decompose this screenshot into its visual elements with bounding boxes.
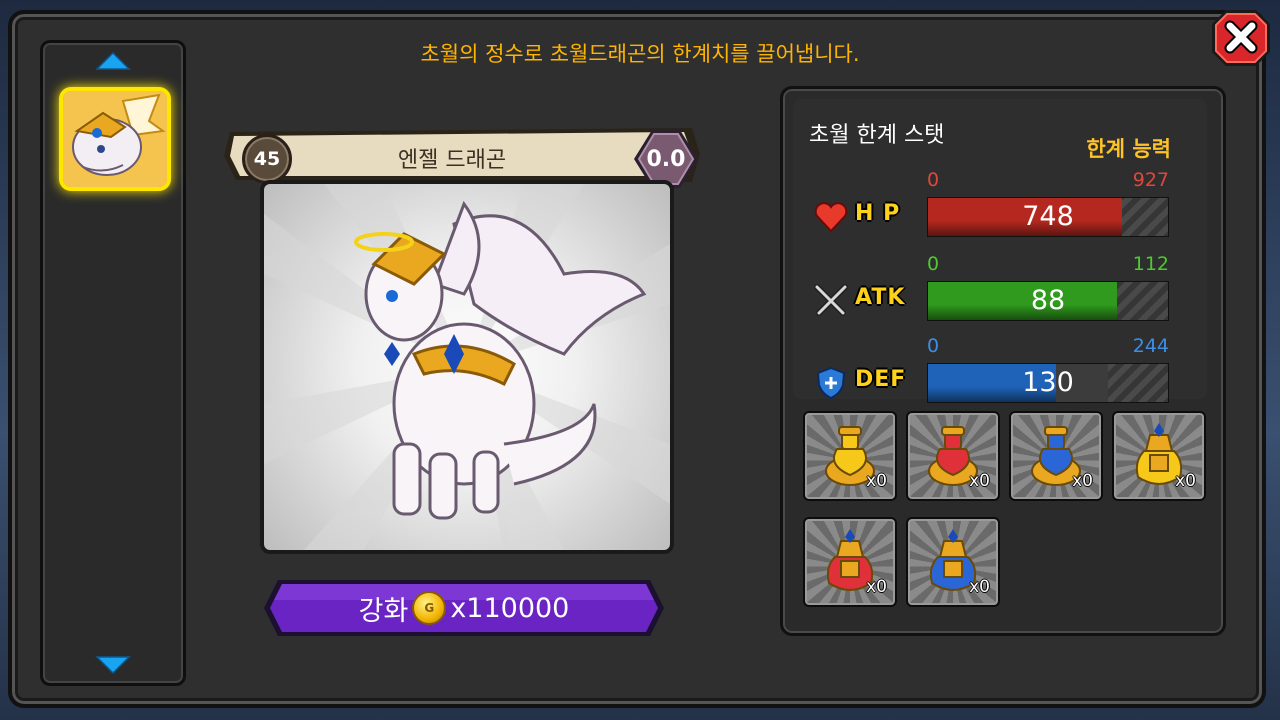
stat-name: DEF <box>855 367 907 392</box>
stat-value: 130 <box>1022 367 1074 398</box>
stat-max: 112 <box>1132 253 1169 275</box>
stat-bar: 130 <box>927 363 1169 403</box>
essence-count: x0 <box>866 577 887 597</box>
rating-value: 0.0 <box>646 146 686 172</box>
enhance-label: 강화 <box>358 595 409 627</box>
stat-value: 88 <box>1030 285 1066 316</box>
close-button[interactable] <box>1210 8 1272 68</box>
stats-title: 초월 한계 스탯 <box>809 123 945 148</box>
stat-bar: 88 <box>927 281 1169 321</box>
essence-count: x0 <box>866 471 887 491</box>
crossed-swords-icon <box>813 283 849 319</box>
stat-bar: 748 <box>927 197 1169 237</box>
heart-icon <box>813 199 849 235</box>
stat-min: 0 <box>927 169 940 191</box>
stat-name: H P <box>855 201 901 226</box>
angel-dragon-thumbnail-icon <box>63 91 167 187</box>
dragon-name-banner: 45 엔젤 드래곤 0.0 <box>222 126 706 188</box>
enhance-button[interactable]: 강화 G x110000 <box>264 580 664 636</box>
close-icon <box>1212 10 1270 66</box>
shield-icon <box>813 365 849 401</box>
gold-coin-icon: G <box>412 591 447 625</box>
limit-stats-panel: 초월 한계 스탯 한계 능력 0 927 H P 748 0 112 ATK 88 0 244 DE… <box>780 86 1226 636</box>
stat-max: 927 <box>1132 169 1169 191</box>
essence-item[interactable]: x0 <box>906 517 1000 607</box>
scroll-up-arrow-icon[interactable] <box>95 51 131 71</box>
dragon-thumbnail[interactable] <box>59 87 171 191</box>
essence-count: x0 <box>969 471 990 491</box>
stat-name: ATK <box>855 285 906 310</box>
stat-row-atk: 0 112 ATK 88 <box>783 253 1223 329</box>
essence-item[interactable]: x0 <box>1009 411 1103 501</box>
essence-count: x0 <box>1072 471 1093 491</box>
essence-count: x0 <box>1175 471 1196 491</box>
dragon-name: 엔젤 드래곤 <box>397 148 507 173</box>
enhance-cost: x110000 <box>450 592 570 624</box>
essence-item[interactable]: x0 <box>803 517 897 607</box>
essence-item[interactable]: x0 <box>803 411 897 501</box>
angel-dragon-image <box>264 184 670 550</box>
stat-min: 0 <box>927 335 940 357</box>
level-badge: 45 <box>242 134 292 184</box>
essence-item[interactable]: x0 <box>906 411 1000 501</box>
scroll-down-arrow-icon[interactable] <box>95 655 131 675</box>
stat-min: 0 <box>927 253 940 275</box>
limit-ability-label: 한계 능력 <box>1086 137 1171 161</box>
dragon-list-panel <box>40 40 186 686</box>
stat-value: 748 <box>1022 201 1074 232</box>
stat-max: 244 <box>1132 335 1169 357</box>
stat-row-def: 0 244 DEF 130 <box>783 335 1223 411</box>
description-text: 초월의 정수로 초월드래곤의 한계치를 끌어냅니다. <box>420 42 860 66</box>
essence-item[interactable]: x0 <box>1112 411 1206 501</box>
stat-row-hp: 0 927 H P 748 <box>783 169 1223 245</box>
dragon-portrait <box>260 180 674 554</box>
essence-count: x0 <box>969 577 990 597</box>
